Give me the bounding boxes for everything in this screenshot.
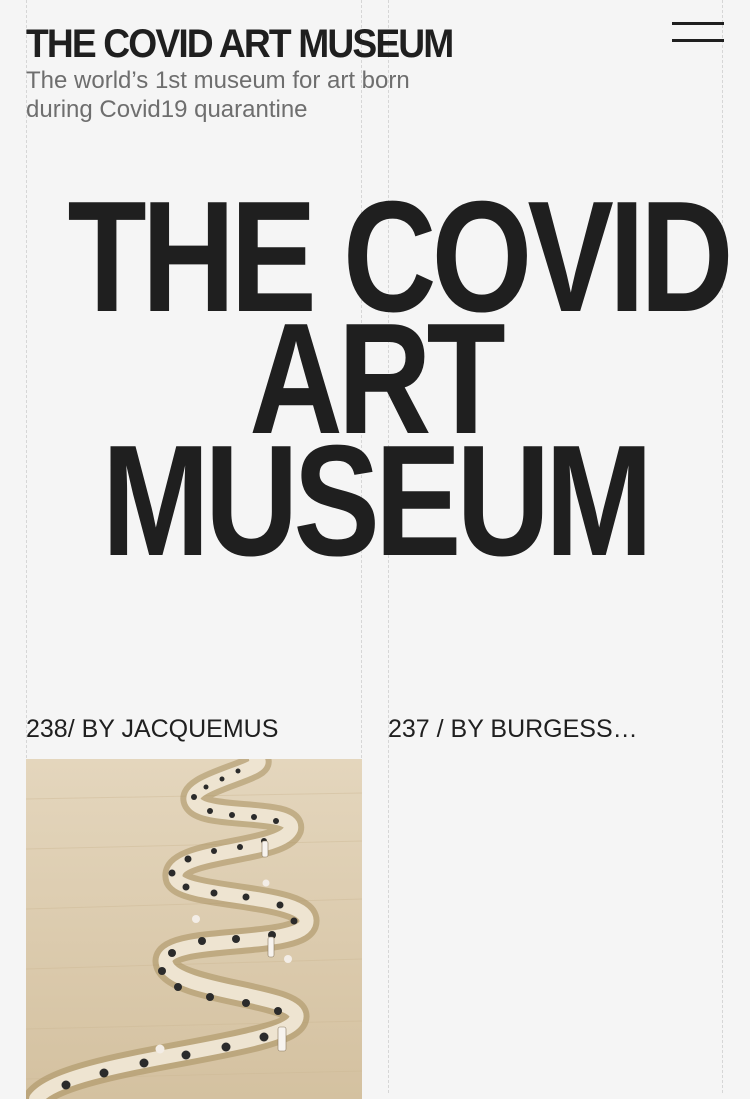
wheat-field-runway-photo[interactable] [26,759,362,1099]
hamburger-menu-icon[interactable] [672,20,724,46]
artwork-card-title[interactable]: 237 / BY BURGESS_J... [388,710,650,748]
site-logo[interactable]: THE COVID ART MUSEUM [26,20,454,68]
artwork-image [26,759,362,1099]
artwork-card-title[interactable]: 238/ BY JACQUEMUS [26,710,362,748]
menu-bar [672,22,724,25]
site-tagline: The world’s 1st museum for art born duri… [26,67,410,123]
artwork-card[interactable]: 237 / BY BURGESS_J... [388,710,724,748]
hero-title-line: MUSEUM [101,413,653,589]
artwork-card[interactable]: 238/ BY JACQUEMUS [26,710,362,1099]
menu-bar [672,39,724,42]
hero-title: THE COVID ART MUSEUM [0,178,750,589]
